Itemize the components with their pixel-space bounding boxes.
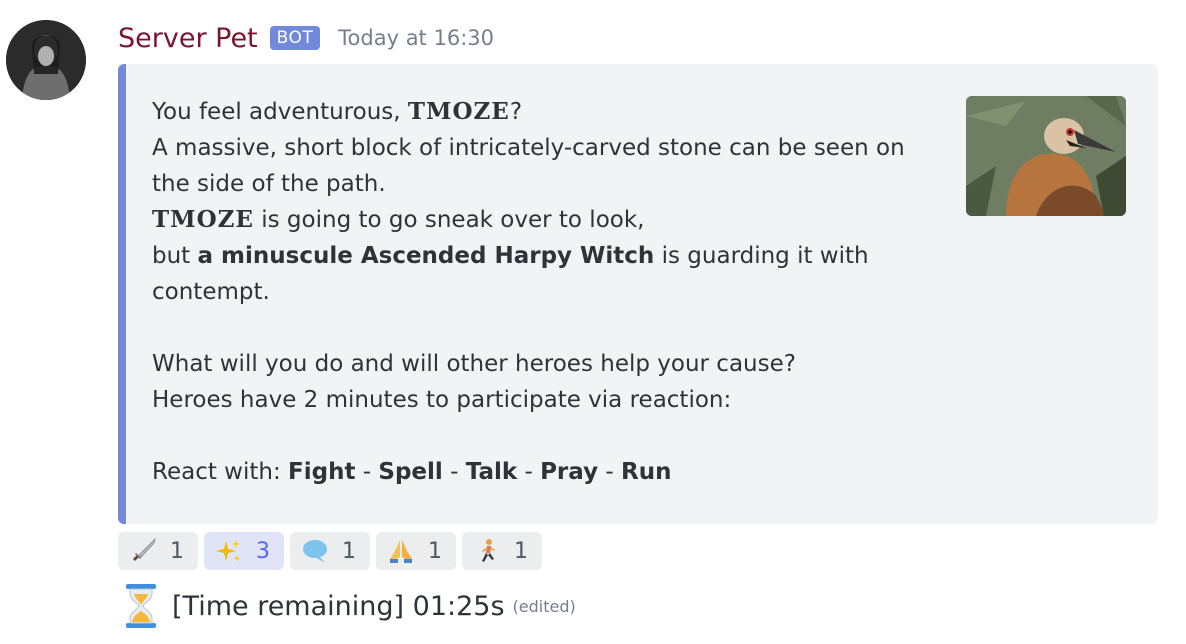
reaction-count: 1 [514, 538, 528, 564]
player-name: TMOZE [152, 206, 254, 233]
timer-line: [Time remaining] 01:25s (edited) [124, 584, 576, 628]
author-name[interactable]: Server Pet [118, 23, 258, 54]
enemy-name: a minuscule Ascended Harpy Witch [197, 243, 655, 269]
reactions-bar: 1 3 1 1 1 [118, 532, 542, 570]
action-pray: Pray [540, 459, 599, 485]
chat-message: Server Pet BOT Today at 16:30 You feel a… [0, 0, 1186, 644]
player-name: TMOZE [407, 98, 510, 125]
sparkles-icon [214, 536, 244, 566]
speech-bubble-icon [300, 536, 330, 566]
hourglass-icon [124, 584, 158, 628]
reaction-count: 1 [342, 538, 356, 564]
reaction-sparkles[interactable]: 3 [204, 532, 284, 570]
message-timestamp[interactable]: Today at 16:30 [338, 26, 494, 50]
reaction-count: 3 [256, 538, 270, 564]
embed-line: Heroes have 2 minutes to participate via… [152, 387, 732, 413]
time-remaining-text: [Time remaining] 01:25s [172, 590, 505, 622]
avatar[interactable] [6, 20, 86, 100]
embed-line: A massive, short block of intricately-ca… [152, 135, 905, 197]
action-talk: Talk [465, 459, 518, 485]
embed-card: You feel adventurous, TMOZE? A massive, … [118, 64, 1158, 524]
bot-badge: BOT [269, 26, 321, 50]
edited-label: (edited) [512, 596, 576, 616]
action-spell: Spell [378, 459, 443, 485]
reaction-count: 1 [428, 538, 442, 564]
dagger-icon [128, 536, 158, 566]
running-person-icon [472, 536, 502, 566]
praying-hands-icon [386, 536, 416, 566]
react-instructions: React with: Fight - Spell - Talk - Pray … [152, 459, 672, 485]
embed-line: You feel adventurous, TMOZE? [152, 98, 523, 125]
embed-line: What will you do and will other heroes h… [152, 351, 796, 377]
reaction-running-person[interactable]: 1 [462, 532, 542, 570]
reaction-speech-bubble[interactable]: 1 [290, 532, 370, 570]
action-run: Run [621, 459, 672, 485]
embed-description: You feel adventurous, TMOZE? A massive, … [152, 94, 932, 490]
embed-thumbnail[interactable] [966, 96, 1126, 216]
embed-line: TMOZE is going to go sneak over to look, [152, 206, 645, 233]
reaction-count: 1 [170, 538, 184, 564]
action-fight: Fight [288, 459, 356, 485]
reaction-praying-hands[interactable]: 1 [376, 532, 456, 570]
message-header: Server Pet BOT Today at 16:30 [118, 20, 494, 56]
reaction-dagger[interactable]: 1 [118, 532, 198, 570]
embed-line: but a minuscule Ascended Harpy Witch is … [152, 243, 869, 305]
